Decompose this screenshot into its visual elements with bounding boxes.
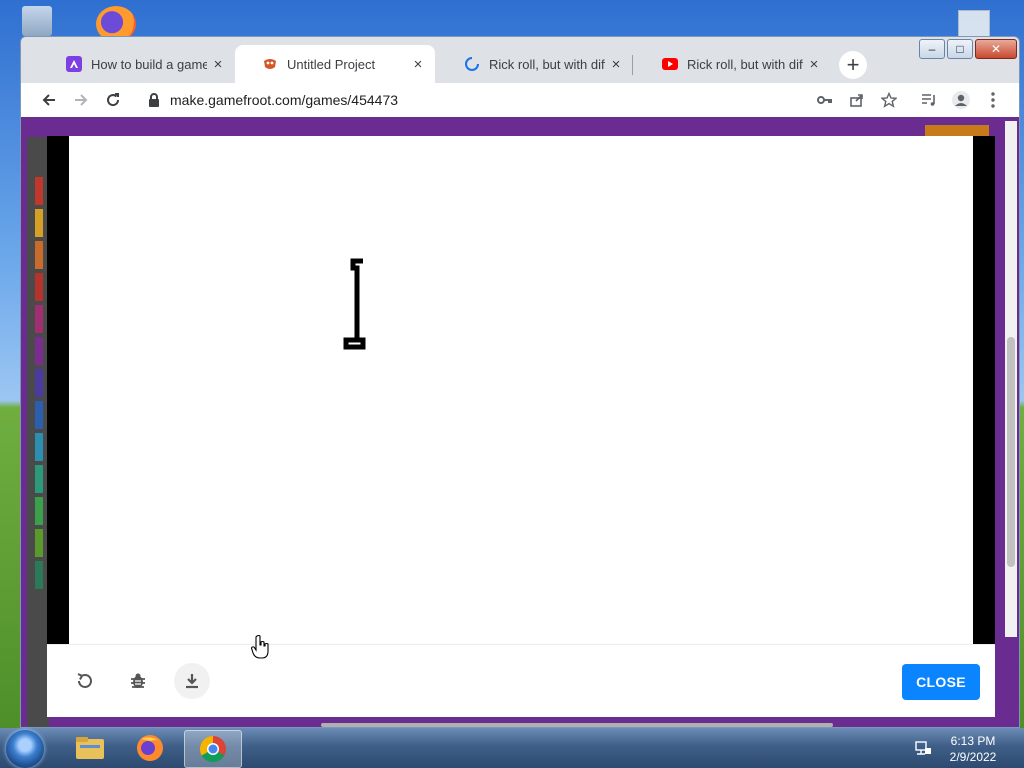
tab-untitled-project[interactable]: Untitled Project × bbox=[235, 45, 435, 83]
tab-how-to-build[interactable]: How to build a game with × bbox=[39, 45, 235, 83]
color-swatch bbox=[35, 337, 43, 365]
browser-menu-icon[interactable] bbox=[981, 88, 1005, 112]
horizontal-scrollbar[interactable] bbox=[321, 723, 833, 727]
loading-spinner-icon bbox=[464, 56, 480, 72]
color-swatch bbox=[35, 561, 43, 589]
restart-icon[interactable] bbox=[66, 663, 102, 699]
scrollbar-thumb[interactable] bbox=[1007, 337, 1015, 567]
color-swatch bbox=[35, 465, 43, 493]
file-explorer-taskbar-icon[interactable] bbox=[62, 730, 118, 766]
color-swatch bbox=[35, 305, 43, 333]
editor-color-strip bbox=[27, 137, 49, 727]
color-swatch bbox=[35, 241, 43, 269]
minimize-button[interactable]: – bbox=[919, 39, 945, 59]
color-swatch bbox=[35, 433, 43, 461]
lock-icon[interactable] bbox=[147, 92, 161, 108]
tab-separator bbox=[632, 55, 633, 75]
clock-date[interactable]: 2/9/2022 bbox=[943, 750, 1003, 764]
color-swatch bbox=[35, 369, 43, 397]
close-tab-icon[interactable]: × bbox=[207, 56, 229, 73]
new-tab-button[interactable]: + bbox=[839, 51, 867, 79]
download-icon[interactable] bbox=[174, 663, 210, 699]
tab-rick-roll-1[interactable]: Rick roll, but with differe × bbox=[437, 45, 633, 83]
game-preview-modal: CLOSE bbox=[47, 136, 995, 717]
tab-label: Rick roll, but with differe bbox=[687, 56, 803, 72]
forward-arrow-icon[interactable] bbox=[68, 87, 94, 113]
recycle-bin-icon[interactable] bbox=[22, 6, 52, 36]
color-swatch bbox=[35, 177, 43, 205]
color-swatch bbox=[35, 273, 43, 301]
close-button[interactable]: CLOSE bbox=[902, 664, 980, 700]
close-tab-icon[interactable]: × bbox=[407, 56, 429, 73]
tab-label: Rick roll, but with differe bbox=[489, 56, 605, 72]
start-button[interactable] bbox=[6, 730, 44, 768]
color-swatch bbox=[35, 529, 43, 557]
color-swatch bbox=[35, 401, 43, 429]
bracket-sprite bbox=[343, 258, 366, 350]
tab-strip: How to build a game with × Untitled Proj… bbox=[21, 37, 1019, 83]
close-tab-icon[interactable]: × bbox=[605, 56, 627, 73]
tab-rick-roll-2[interactable]: Rick roll, but with differe × bbox=[635, 45, 831, 83]
back-arrow-icon[interactable] bbox=[36, 87, 62, 113]
clock-time[interactable]: 6:13 PM bbox=[943, 734, 1003, 748]
hand-cursor-icon bbox=[250, 634, 269, 659]
restore-button[interactable]: □ bbox=[947, 39, 973, 59]
reload-icon[interactable] bbox=[100, 87, 126, 113]
window-close-button[interactable]: ✕ bbox=[975, 39, 1017, 59]
color-swatch bbox=[35, 497, 43, 525]
address-bar[interactable]: make.gamefroot.com/games/454473 bbox=[170, 92, 398, 108]
youtube-icon bbox=[662, 56, 678, 72]
stage-letterbox-right bbox=[973, 136, 995, 644]
share-icon[interactable] bbox=[845, 88, 869, 112]
color-swatch bbox=[35, 209, 43, 237]
close-tab-icon[interactable]: × bbox=[803, 56, 825, 73]
gamefroot-icon bbox=[262, 56, 278, 72]
game-canvas[interactable] bbox=[69, 136, 973, 644]
key-icon[interactable] bbox=[813, 88, 837, 112]
browser-toolbar: make.gamefroot.com/games/454473 bbox=[21, 83, 1019, 117]
taskbar: 6:13 PM 2/9/2022 bbox=[0, 728, 1024, 768]
bug-debug-icon[interactable] bbox=[120, 663, 156, 699]
media-queue-icon[interactable] bbox=[917, 88, 941, 112]
profile-avatar-icon[interactable] bbox=[949, 88, 973, 112]
stage-letterbox-left bbox=[47, 136, 69, 644]
firefox-taskbar-icon[interactable] bbox=[122, 730, 178, 766]
modal-footer: CLOSE bbox=[47, 644, 995, 717]
tab-label: How to build a game with bbox=[91, 56, 207, 72]
a-logo-icon bbox=[66, 56, 82, 72]
bookmark-star-icon[interactable] bbox=[877, 88, 901, 112]
tab-label: Untitled Project bbox=[287, 56, 376, 72]
chrome-taskbar-icon[interactable] bbox=[184, 730, 242, 768]
network-icon[interactable] bbox=[914, 740, 932, 756]
